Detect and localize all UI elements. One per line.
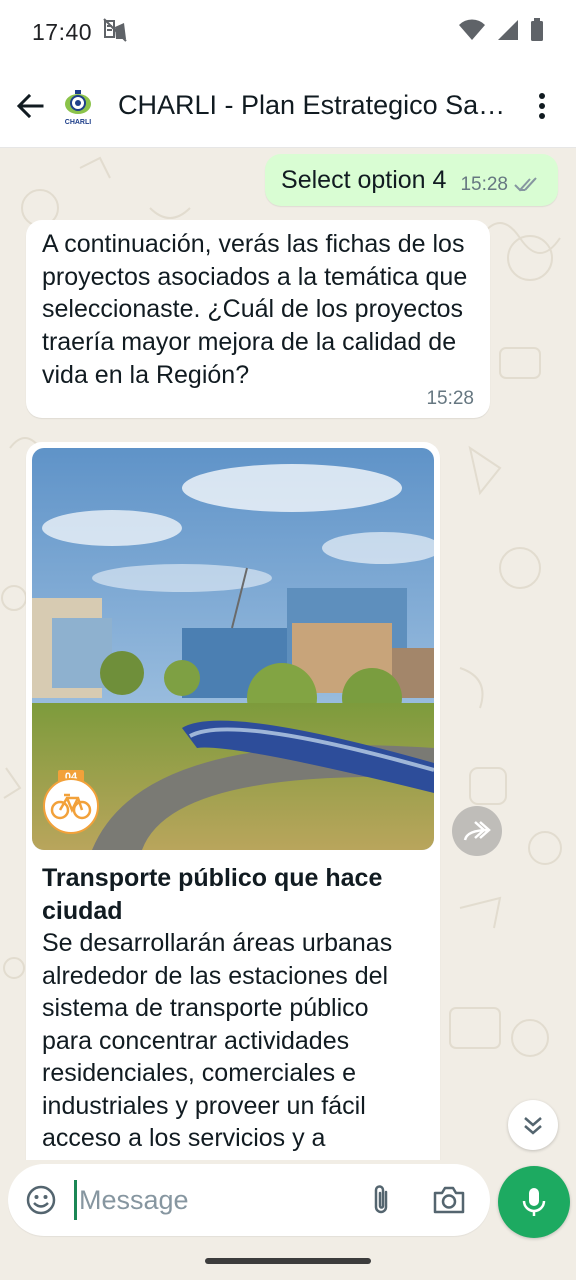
signal-icon	[496, 19, 520, 46]
charli-logo: CHARLI	[65, 89, 91, 126]
status-time: 17:40	[32, 18, 93, 45]
chat-title[interactable]: CHARLI - Plan Estrategico Santiago	[118, 90, 510, 121]
scroll-to-bottom-button[interactable]	[508, 1100, 558, 1150]
emoji-button[interactable]	[10, 1169, 72, 1231]
system-navigation-bar	[0, 1242, 576, 1280]
card-description: Se desarrollarán áreas urbanas alrededor…	[42, 929, 393, 1160]
message-input[interactable]	[79, 1184, 349, 1216]
emoji-icon	[26, 1185, 56, 1215]
chat-header: CHARLI CHARLI - Plan Estrategico Santiag…	[0, 64, 576, 148]
status-bar: 17:40	[0, 0, 576, 64]
project-badge: 04	[42, 770, 100, 834]
project-image[interactable]: 04	[32, 448, 434, 850]
paperclip-icon	[374, 1185, 388, 1214]
attach-button[interactable]	[357, 1172, 405, 1228]
voice-message-button[interactable]	[498, 1166, 570, 1238]
card-title: Transporte público que hace ciudad	[42, 864, 383, 925]
battery-icon	[530, 17, 544, 47]
message-text: Select option 4	[281, 166, 447, 194]
outgoing-message[interactable]: Select option 4 15:28	[265, 154, 558, 206]
read-ticks-icon	[514, 177, 537, 192]
composer	[0, 1160, 576, 1242]
forward-icon	[463, 821, 491, 841]
incoming-message[interactable]: A continuación, verás las fichas de los …	[26, 220, 490, 418]
back-button[interactable]	[4, 80, 56, 132]
back-arrow-icon	[16, 93, 44, 118]
notification-icon	[102, 17, 128, 48]
more-vert-icon	[539, 92, 545, 119]
chevron-double-down-icon	[524, 1117, 542, 1135]
wifi-icon	[458, 18, 486, 46]
camera-icon	[433, 1186, 465, 1214]
camera-button[interactable]	[421, 1172, 477, 1228]
message-text: A continuación, verás las fichas de los …	[42, 230, 468, 389]
text-caret	[74, 1180, 77, 1220]
project-card[interactable]: 04 Transporte público que hace ciudad Se…	[26, 442, 440, 1160]
svg-text:CHARLI: CHARLI	[65, 119, 91, 126]
chat-area[interactable]: Select option 4 15:28 A continuación, ve…	[0, 148, 576, 1160]
more-options-button[interactable]	[522, 80, 562, 132]
status-left: 17:40	[32, 17, 128, 48]
forward-button[interactable]	[452, 806, 502, 856]
message-meta: 15:28	[460, 174, 542, 196]
message-input-container[interactable]	[8, 1164, 490, 1236]
avatar[interactable]: CHARLI	[56, 83, 100, 128]
message-time: 15:28	[426, 387, 474, 409]
status-right	[458, 17, 544, 47]
home-gesture-handle[interactable]	[205, 1258, 371, 1264]
microphone-icon	[522, 1188, 546, 1216]
message-time: 15:28	[460, 174, 508, 195]
